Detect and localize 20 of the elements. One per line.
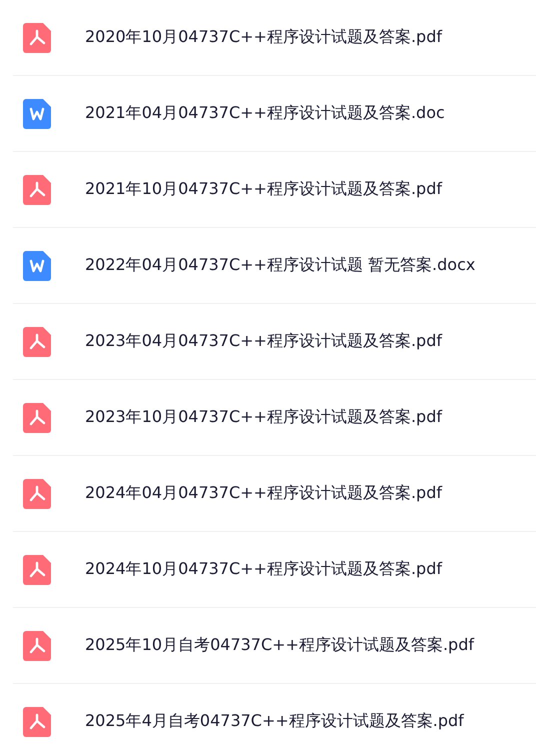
pdf-file-icon: [23, 402, 51, 432]
file-name[interactable]: 2025年10月自考04737C++程序设计试题及答案.pdf: [85, 635, 474, 656]
pdf-file-icon: [23, 630, 51, 660]
file-name[interactable]: 2024年10月04737C++程序设计试题及答案.pdf: [85, 559, 442, 580]
file-name[interactable]: 2023年04月04737C++程序设计试题及答案.pdf: [85, 331, 442, 352]
word-file-icon: [23, 250, 51, 280]
pdf-file-icon: [23, 706, 51, 736]
pdf-file-icon: [23, 326, 51, 356]
file-name[interactable]: 2024年04月04737C++程序设计试题及答案.pdf: [85, 483, 442, 504]
file-name[interactable]: 2020年10月04737C++程序设计试题及答案.pdf: [85, 27, 442, 48]
file-name[interactable]: 2023年10月04737C++程序设计试题及答案.pdf: [85, 407, 442, 428]
file-name[interactable]: 2022年04月04737C++程序设计试题 暂无答案.docx: [85, 255, 476, 276]
file-name[interactable]: 2025年4月自考04737C++程序设计试题及答案.pdf: [85, 711, 464, 732]
word-file-icon: [23, 98, 51, 128]
file-name[interactable]: 2021年10月04737C++程序设计试题及答案.pdf: [85, 179, 442, 200]
pdf-file-icon: [23, 478, 51, 508]
file-name[interactable]: 2021年04月04737C++程序设计试题及答案.doc: [85, 103, 445, 124]
pdf-file-icon: [23, 554, 51, 584]
pdf-file-icon: [23, 22, 51, 52]
pdf-file-icon: [23, 174, 51, 204]
